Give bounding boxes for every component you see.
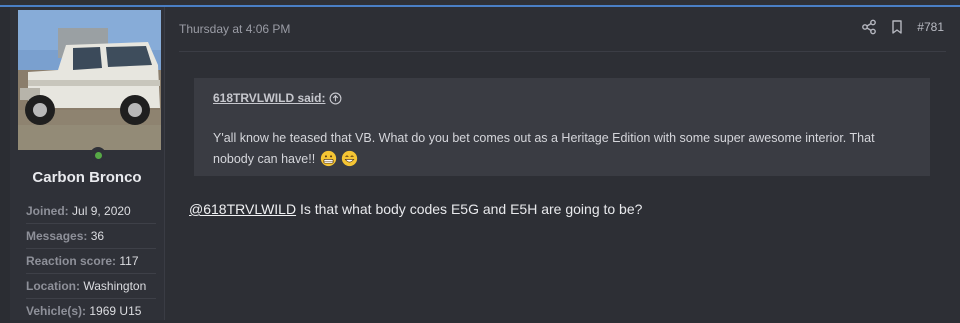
grimacing-emoji-icon [320,150,336,167]
stat-value: 117 [119,254,139,268]
bookmark-icon[interactable] [889,19,905,35]
post-actions: #781 [861,19,944,35]
user-avatar[interactable] [18,10,161,150]
stat-messages: Messages: 36 [26,223,156,248]
stat-value: Washington [83,279,147,293]
online-status-indicator [90,147,106,163]
bronco-photo [18,10,161,150]
post-header: Thursday at 4:06 PM #781 [179,7,946,52]
stat-value: 36 [90,229,105,243]
post-timestamp[interactable]: Thursday at 4:06 PM [179,22,290,36]
quote-body-text: Y'all know he teased that VB. What do yo… [213,131,875,166]
stat-label: Vehicle(s): [26,304,87,318]
stat-location: Location: Washington [26,273,156,298]
post-body: Thursday at 4:06 PM #781 618TRVLWILD sai… [165,7,960,320]
user-mention-link[interactable]: @618TRVLWILD [189,201,296,217]
arrow-up-circle-icon[interactable] [329,92,342,105]
post-number-link[interactable]: #781 [917,20,944,34]
stat-vehicles: Vehicle(s): 1969 U15 [26,298,156,323]
user-panel: Carbon Bronco Joined: Jul 9, 2020 Messag… [10,7,165,320]
stat-label: Joined: [26,204,69,218]
stat-label: Messages: [26,229,88,243]
stat-label: Reaction score: [26,254,117,268]
quote-text: Y'all know he teased that VB. What do yo… [213,128,918,170]
message-text: Is that what body codes E5G and E5H are … [296,201,643,217]
grinning-emoji-icon [341,150,358,167]
stat-joined: Joined: Jul 9, 2020 [26,199,156,223]
username[interactable]: Carbon Bronco [10,169,164,186]
stat-reaction-score: Reaction score: 117 [26,248,156,273]
user-stats: Joined: Jul 9, 2020 Messages: 36 Reactio… [26,199,156,323]
stat-value: Jul 9, 2020 [72,204,131,218]
quote-block: 618TRVLWILD said: Y'all know he teased t… [194,78,930,176]
stat-label: Location: [26,279,80,293]
share-icon[interactable] [861,19,877,35]
quote-header: 618TRVLWILD said: [213,91,342,105]
post-message: @618TRVLWILD Is that what body codes E5G… [189,201,642,217]
stat-value: 1969 U15 [89,304,142,318]
quote-author-link[interactable]: 618TRVLWILD said: [213,91,325,105]
